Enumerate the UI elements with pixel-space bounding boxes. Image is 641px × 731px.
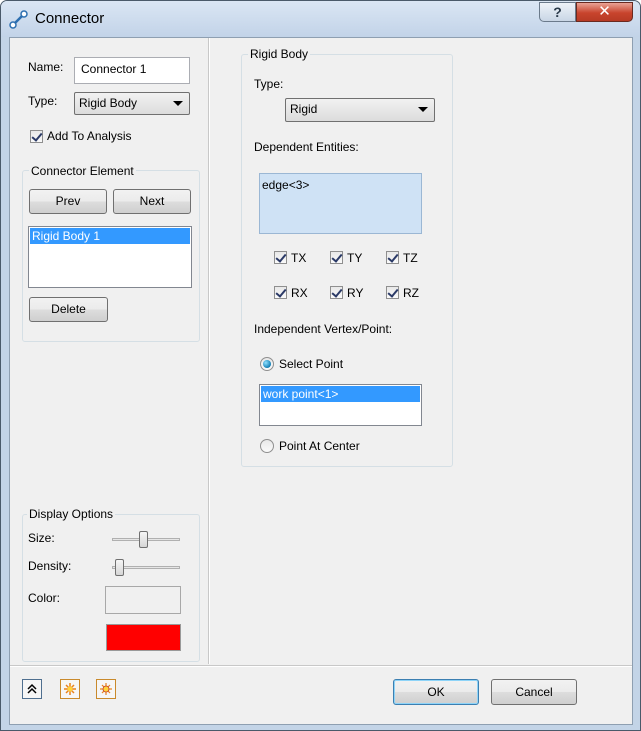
- name-label: Name:: [28, 60, 64, 74]
- tx-label: TX: [291, 251, 307, 265]
- rz-checkbox[interactable]: [386, 286, 399, 299]
- title-bar[interactable]: Connector ? ✕: [1, 1, 640, 37]
- ty-label: TY: [347, 251, 363, 265]
- rx-label: RX: [291, 286, 308, 300]
- add-to-analysis-checkbox[interactable]: [30, 130, 43, 143]
- rigid-type-label: Type:: [254, 77, 284, 91]
- rz-label: RZ: [403, 286, 419, 300]
- chevron-down-icon: [418, 107, 428, 112]
- horizontal-divider: [10, 665, 632, 667]
- connector-element-list[interactable]: Rigid Body 1: [28, 226, 192, 288]
- select-point-label: Select Point: [279, 357, 344, 371]
- vertical-divider: [208, 38, 210, 664]
- highlight-all-icon: [100, 683, 112, 695]
- connector-dialog: Connector ? ✕ Name: Connector 1 Type: Ri…: [0, 0, 641, 731]
- tx-checkbox[interactable]: [274, 251, 287, 264]
- display-options-title: Display Options: [27, 507, 116, 521]
- color-swatch-button[interactable]: [105, 586, 181, 614]
- delete-button[interactable]: Delete: [29, 297, 108, 322]
- close-icon: ✕: [598, 3, 611, 20]
- dependent-entities-label: Dependent Entities:: [254, 140, 359, 154]
- point-at-center-label: Point At Center: [279, 439, 360, 453]
- rigid-body-title: Rigid Body: [248, 47, 311, 61]
- ry-label: RY: [347, 286, 364, 300]
- density-slider-thumb[interactable]: [114, 559, 124, 576]
- ok-button[interactable]: OK: [393, 679, 479, 705]
- expand-up-button[interactable]: [22, 679, 42, 699]
- dialog-body: Name: Connector 1 Type: Rigid Body Add T…: [9, 37, 633, 725]
- size-label: Size:: [28, 531, 55, 545]
- add-to-analysis-label: Add To Analysis: [47, 129, 132, 143]
- window-title: Connector: [35, 10, 105, 27]
- next-button[interactable]: Next: [113, 189, 191, 214]
- rigid-type-value: Rigid: [290, 102, 318, 116]
- independent-vertex-label: Independent Vertex/Point:: [254, 322, 393, 336]
- expand-up-icon: [27, 683, 37, 694]
- highlight-icon: [64, 683, 76, 695]
- dependent-entities-list[interactable]: edge<3>: [259, 173, 422, 234]
- help-button[interactable]: ?: [539, 2, 576, 22]
- close-button[interactable]: ✕: [576, 2, 633, 22]
- connector-type-value: Rigid Body: [79, 96, 138, 110]
- connector-element-title: Connector Element: [29, 164, 136, 178]
- tz-checkbox[interactable]: [386, 251, 399, 264]
- color-label: Color:: [28, 591, 61, 605]
- list-item[interactable]: work point<1>: [261, 386, 420, 402]
- rigid-type-dropdown[interactable]: Rigid: [285, 98, 435, 122]
- prev-button[interactable]: Prev: [29, 189, 107, 214]
- rx-checkbox[interactable]: [274, 286, 287, 299]
- list-item[interactable]: edge<3>: [262, 178, 309, 192]
- chevron-down-icon: [173, 101, 183, 106]
- help-icon: ?: [553, 4, 562, 20]
- list-item[interactable]: Rigid Body 1: [30, 228, 190, 244]
- color-swatch[interactable]: [106, 624, 181, 651]
- highlight-button[interactable]: [60, 679, 80, 699]
- cancel-button[interactable]: Cancel: [491, 679, 577, 705]
- ty-checkbox[interactable]: [330, 251, 343, 264]
- ry-checkbox[interactable]: [330, 286, 343, 299]
- highlight-all-button[interactable]: [96, 679, 116, 699]
- connector-type-dropdown[interactable]: Rigid Body: [74, 92, 190, 115]
- density-label: Density:: [28, 559, 72, 573]
- name-field[interactable]: Connector 1: [74, 57, 190, 84]
- size-slider-thumb[interactable]: [138, 531, 148, 548]
- connector-icon: [9, 9, 29, 29]
- select-point-radio[interactable]: [260, 357, 274, 371]
- tz-label: TZ: [403, 251, 418, 265]
- independent-point-list[interactable]: work point<1>: [259, 384, 422, 426]
- point-at-center-radio[interactable]: [260, 439, 274, 453]
- type-label: Type:: [28, 94, 58, 108]
